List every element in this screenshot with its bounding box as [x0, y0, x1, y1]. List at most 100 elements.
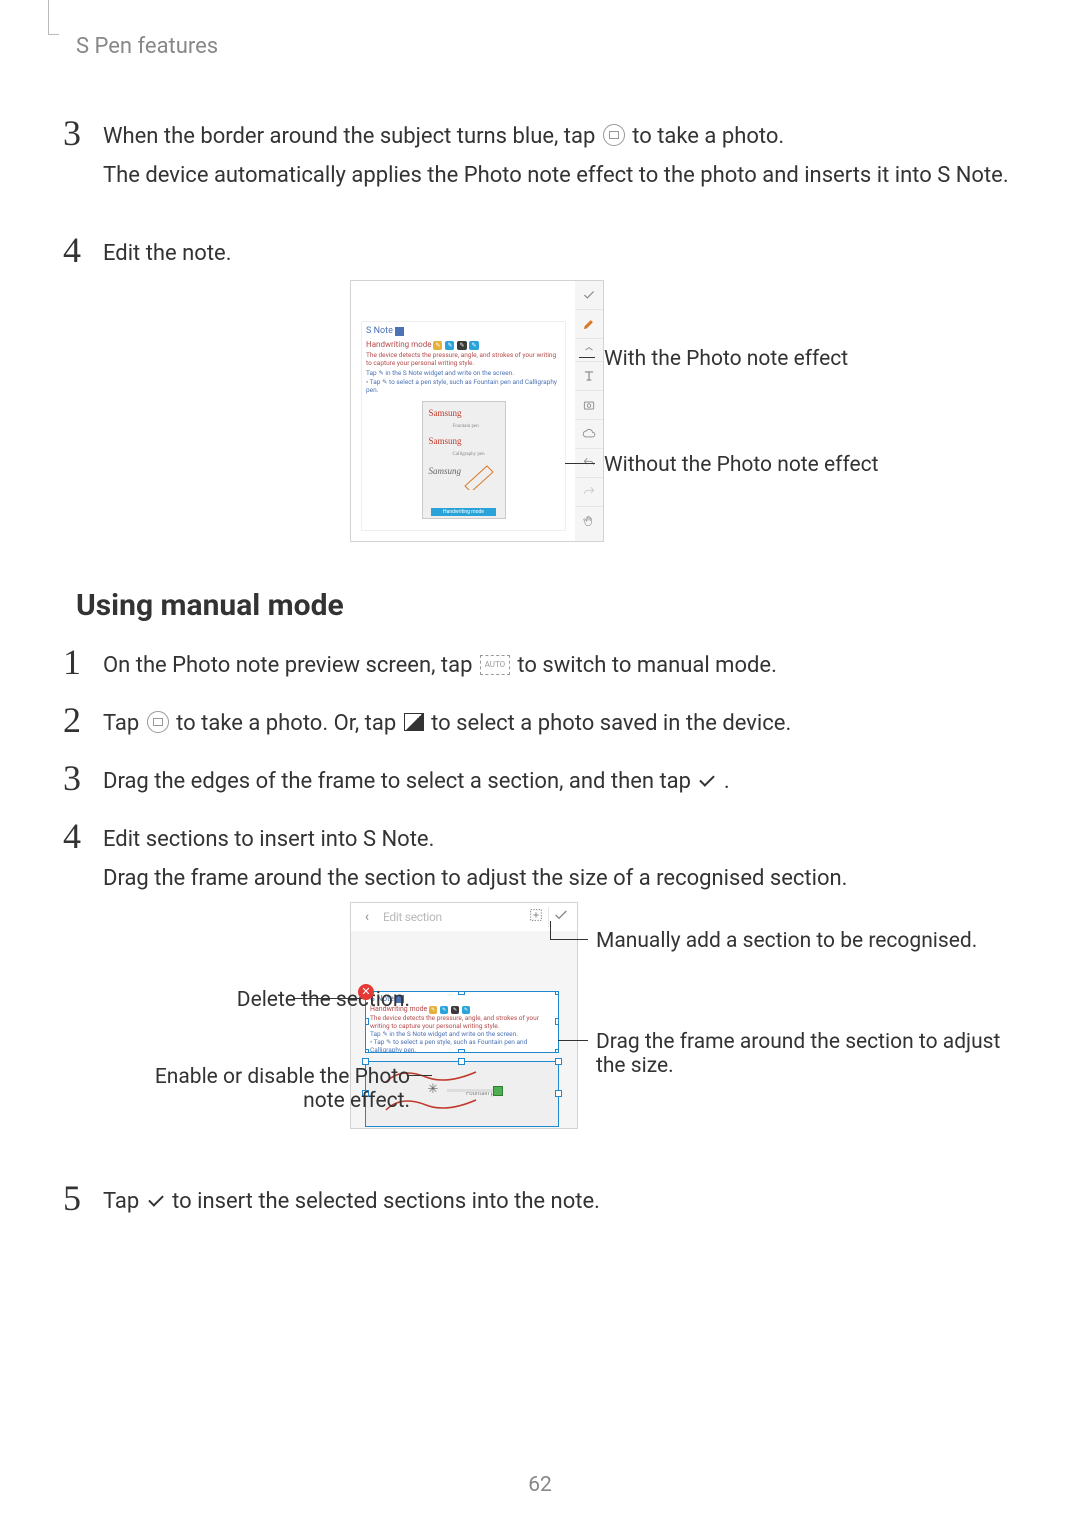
snote-toolbar [575, 280, 604, 542]
step-b-5: 5 Tap to insert the selected sections in… [63, 1185, 1010, 1218]
step-b-4: 4 Edit sections to insert into S Note. D… [63, 823, 1010, 896]
resize-handle[interactable] [555, 991, 559, 995]
check-icon [147, 1193, 165, 1207]
leader-line [565, 463, 595, 464]
leader-line [408, 1075, 432, 1076]
step-b-3: 3 Drag the edges of the frame to select … [63, 765, 1010, 798]
step-body: Edit the note. [103, 237, 1010, 270]
edit-section-title: Edit section [383, 910, 524, 924]
pen-label: Calligraphy pen [453, 452, 485, 457]
tool-spacer [575, 339, 603, 362]
tool-redo[interactable] [575, 478, 603, 507]
sec1-desc: Tap ✎ in the S Note widget and write on … [370, 1030, 554, 1038]
tool-camera[interactable] [575, 391, 603, 420]
delete-section-button[interactable]: ✕ [358, 984, 374, 1000]
tool-cloud[interactable] [575, 420, 603, 449]
leader-line [550, 939, 588, 940]
slider-knob[interactable] [493, 1086, 503, 1096]
resize-handle[interactable] [555, 1018, 559, 1025]
resize-handle[interactable] [365, 1049, 369, 1053]
tool-hand[interactable] [575, 507, 603, 535]
step-number: 4 [63, 229, 81, 271]
text: to take a photo. [632, 124, 784, 149]
tool-pen[interactable] [575, 310, 603, 339]
figure-edit-section: ‹ Edit section [70, 890, 1020, 1140]
text: Drag the frame around the section to adj… [103, 866, 847, 891]
camera-icon [147, 711, 169, 733]
back-icon[interactable]: ‹ [355, 909, 379, 925]
done-icon[interactable] [548, 907, 573, 927]
badge-icon: ✎ [469, 341, 478, 350]
snote-desc: • Tap ✎ to select a pen style, such as F… [366, 379, 561, 395]
badge-icon: ✎ [462, 1006, 470, 1014]
page-number: 62 [0, 1473, 1080, 1497]
text: Edit sections to insert into S Note. [103, 827, 434, 852]
badge-icon: ✎ [429, 1006, 437, 1014]
step-number: 4 [63, 815, 81, 857]
step-a-3: 3 When the border around the subject tur… [63, 120, 1010, 193]
text: Tap [103, 711, 145, 736]
photo-note-effect-toggle[interactable]: ✳ [426, 1083, 440, 1097]
step-body: Tap to insert the selected sections into… [103, 1185, 1010, 1218]
badge-icon: ✎ [457, 341, 466, 350]
badge-icon: ✎ [451, 1006, 459, 1014]
resize-handle[interactable] [365, 1018, 369, 1025]
text: Handwriting mode [366, 340, 431, 349]
badge-icon: ✎ [433, 341, 442, 350]
step-b-1: 1 On the Photo note preview screen, tap … [63, 649, 1010, 682]
leader-line [558, 1040, 588, 1041]
snote-hw-heading: Handwriting mode ✎ ✎ ✎ ✎ [366, 340, 561, 350]
callout-drag-frame: Drag the frame around the section to adj… [596, 1030, 1020, 1078]
snote-desc: The device detects the pressure, angle, … [366, 352, 561, 368]
heading-using-manual-mode: Using manual mode [76, 588, 344, 623]
step-number: 5 [63, 1177, 81, 1219]
text: to take a photo. Or, tap [176, 711, 401, 736]
tool-text[interactable] [575, 362, 603, 391]
callout-toggle-effect: Enable or disable the Photo note effect. [120, 1065, 410, 1113]
tool-done[interactable] [575, 281, 603, 310]
pen-label: Fountain pen [453, 424, 479, 429]
step-body: When the border around the subject turns… [103, 120, 1010, 193]
leader-line [550, 921, 551, 939]
callout-add-section: Manually add a section to be recognised. [596, 929, 977, 953]
header-notch [48, 0, 59, 35]
text: When the border around the subject turns… [103, 124, 601, 149]
badge-icon: ✎ [440, 1006, 448, 1014]
text: . [724, 769, 730, 794]
step-number: 1 [63, 641, 81, 683]
leader-line [579, 357, 595, 358]
add-section-icon[interactable] [524, 907, 548, 927]
page: S Pen features 3 When the border around … [0, 0, 1080, 1527]
step-body: On the Photo note preview screen, tap AU… [103, 649, 1010, 682]
step-number: 2 [63, 699, 81, 741]
resize-handle[interactable] [555, 1049, 559, 1053]
callout-without-effect: Without the Photo note effect [604, 453, 879, 477]
sec1-desc: The device detects the pressure, angle, … [370, 1014, 554, 1030]
text: Tap [103, 1189, 145, 1214]
badge-icon: ✎ [445, 341, 454, 350]
snote-screen: S Note Handwriting mode ✎ ✎ ✎ ✎ The devi… [350, 280, 577, 542]
snote-title: S Note [366, 326, 393, 336]
effect-slider[interactable] [447, 1089, 503, 1092]
callout-delete-section: Delete the section. [237, 988, 410, 1012]
step-number: 3 [63, 112, 81, 154]
text: Edit the note. [103, 241, 232, 266]
text: The device automatically applies the Pho… [103, 163, 1009, 188]
resize-handle[interactable] [458, 991, 465, 995]
callout-with-effect: With the Photo note effect [604, 347, 848, 371]
step-number: 3 [63, 757, 81, 799]
snote-app-icon [395, 327, 404, 336]
snote-desc: Tap ✎ in the S Note widget and write on … [366, 370, 561, 378]
gallery-icon [404, 713, 424, 731]
step-b-2: 2 Tap to take a photo. Or, tap to select… [63, 707, 1010, 740]
step-a-4: 4 Edit the note. [63, 237, 1010, 270]
photo-bottom-label: Handwriting mode [431, 508, 497, 516]
handwriting-stroke: Samsung [429, 408, 462, 418]
check-icon [698, 773, 716, 787]
snote-photo-box: Samsung Fountain pen Samsung Calligraphy… [422, 401, 506, 519]
snote-card: S Note Handwriting mode ✎ ✎ ✎ ✎ The devi… [361, 321, 566, 531]
text: On the Photo note preview screen, tap [103, 653, 478, 678]
camera-icon [603, 124, 625, 146]
text: to insert the selected sections into the… [172, 1189, 600, 1214]
text: Drag the edges of the frame to select a … [103, 769, 696, 794]
